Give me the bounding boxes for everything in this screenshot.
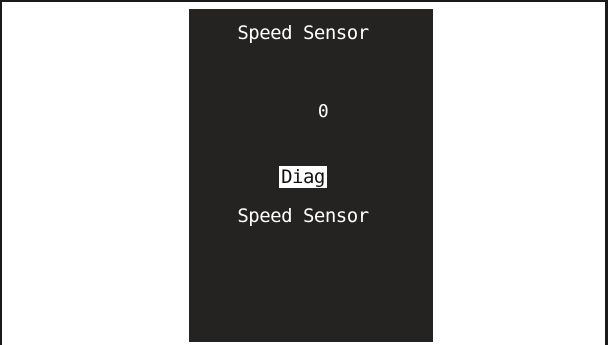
screen-title: Speed Sensor — [237, 22, 369, 44]
sensor-value: 0 — [317, 101, 329, 122]
lcd-display: Speed Sensor 0 Diag Speed Sensor — [189, 9, 433, 342]
menu-item-diag[interactable]: Diag — [279, 166, 327, 188]
menu-item-description: Speed Sensor — [237, 205, 369, 227]
menu-row: Diag — [181, 166, 425, 188]
window-frame: Speed Sensor 0 Diag Speed Sensor — [0, 0, 608, 345]
